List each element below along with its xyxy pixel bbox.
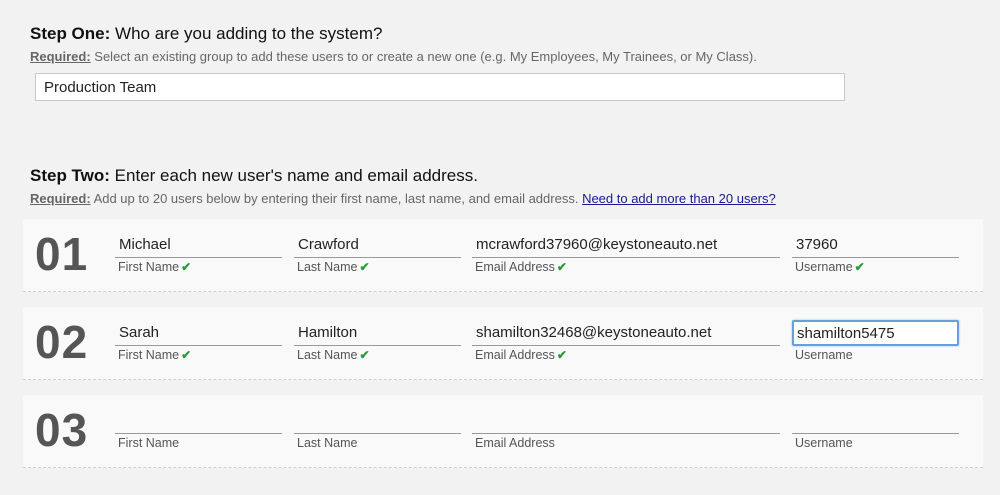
user-row-03: 03 First Name Last Name Email Address Us… (23, 395, 983, 468)
email-label: Email Address ✔ (475, 260, 567, 274)
last-name-field: Last Name✔ (294, 232, 461, 274)
email-field: Email Address (472, 408, 780, 450)
step-two-required-label: Required: (30, 191, 91, 206)
last-name-label: Last Name (297, 436, 358, 450)
email-input[interactable] (472, 408, 780, 434)
last-name-field: Last Name✔ (294, 320, 461, 362)
username-input[interactable] (792, 320, 959, 346)
user-row-02: 02 First Name✔ Last Name✔ Email Address✔… (23, 307, 983, 380)
check-icon: ✔ (556, 348, 567, 362)
row-number: 03 (35, 404, 89, 456)
username-label: Username ✔ (795, 260, 865, 274)
check-icon: ✔ (854, 260, 865, 274)
check-icon: ✔ (359, 260, 370, 274)
step-two-heading: Step Two: (30, 166, 110, 185)
step-two-title-text: Enter each new user's name and email add… (109, 166, 478, 185)
username-label: Username (795, 348, 853, 362)
check-icon: ✔ (556, 260, 567, 274)
email-label: Email Address (475, 436, 555, 450)
first-name-field: First Name (115, 408, 282, 450)
first-name-input[interactable] (115, 232, 282, 258)
first-name-label: First Name ✔ (118, 260, 192, 274)
step-one-required-label: Required: (30, 49, 91, 64)
row-number: 02 (35, 316, 89, 368)
first-name-input[interactable] (115, 408, 282, 434)
first-name-label: First Name (118, 436, 180, 450)
step-one-section: Step One: Who are you adding to the syst… (30, 24, 757, 65)
step-one-description: Required: Select an existing group to ad… (30, 49, 757, 65)
username-field: Username✔ (792, 232, 959, 274)
row-number: 01 (35, 228, 89, 280)
step-one-title-text: Who are you adding to the system? (110, 24, 383, 43)
group-name-input[interactable] (35, 73, 845, 101)
step-one-title: Step One: Who are you adding to the syst… (30, 24, 757, 44)
first-name-label: First Name ✔ (118, 348, 192, 362)
username-field: Username (792, 320, 959, 362)
check-icon: ✔ (181, 348, 192, 362)
username-label: Username (795, 436, 853, 450)
last-name-input[interactable] (294, 232, 461, 258)
email-field: Email Address✔ (472, 232, 780, 274)
email-field: Email Address✔ (472, 320, 780, 362)
step-one-description-text: Select an existing group to add these us… (90, 49, 757, 64)
step-two-description: Required: Add up to 20 users below by en… (30, 191, 776, 207)
last-name-label: Last Name ✔ (297, 348, 370, 362)
username-field: Username (792, 408, 959, 450)
check-icon: ✔ (359, 348, 370, 362)
last-name-input[interactable] (294, 408, 461, 434)
email-input[interactable] (472, 320, 780, 346)
step-two-description-text: Add up to 20 users below by entering the… (90, 191, 583, 206)
last-name-input[interactable] (294, 320, 461, 346)
first-name-field: First Name✔ (115, 232, 282, 274)
last-name-field: Last Name (294, 408, 461, 450)
step-two-section: Step Two: Enter each new user's name and… (30, 166, 776, 207)
first-name-input[interactable] (115, 320, 282, 346)
username-input[interactable] (792, 232, 959, 258)
check-icon: ✔ (181, 260, 192, 274)
step-one-heading: Step One: (30, 24, 111, 43)
step-two-title: Step Two: Enter each new user's name and… (30, 166, 776, 186)
email-input[interactable] (472, 232, 780, 258)
username-input[interactable] (792, 408, 959, 434)
email-label: Email Address ✔ (475, 348, 567, 362)
add-more-users-link[interactable]: Need to add more than 20 users? (582, 191, 776, 206)
first-name-field: First Name✔ (115, 320, 282, 362)
last-name-label: Last Name ✔ (297, 260, 370, 274)
user-row-01: 01 First Name✔ Last Name✔ Email Address✔… (23, 219, 983, 292)
